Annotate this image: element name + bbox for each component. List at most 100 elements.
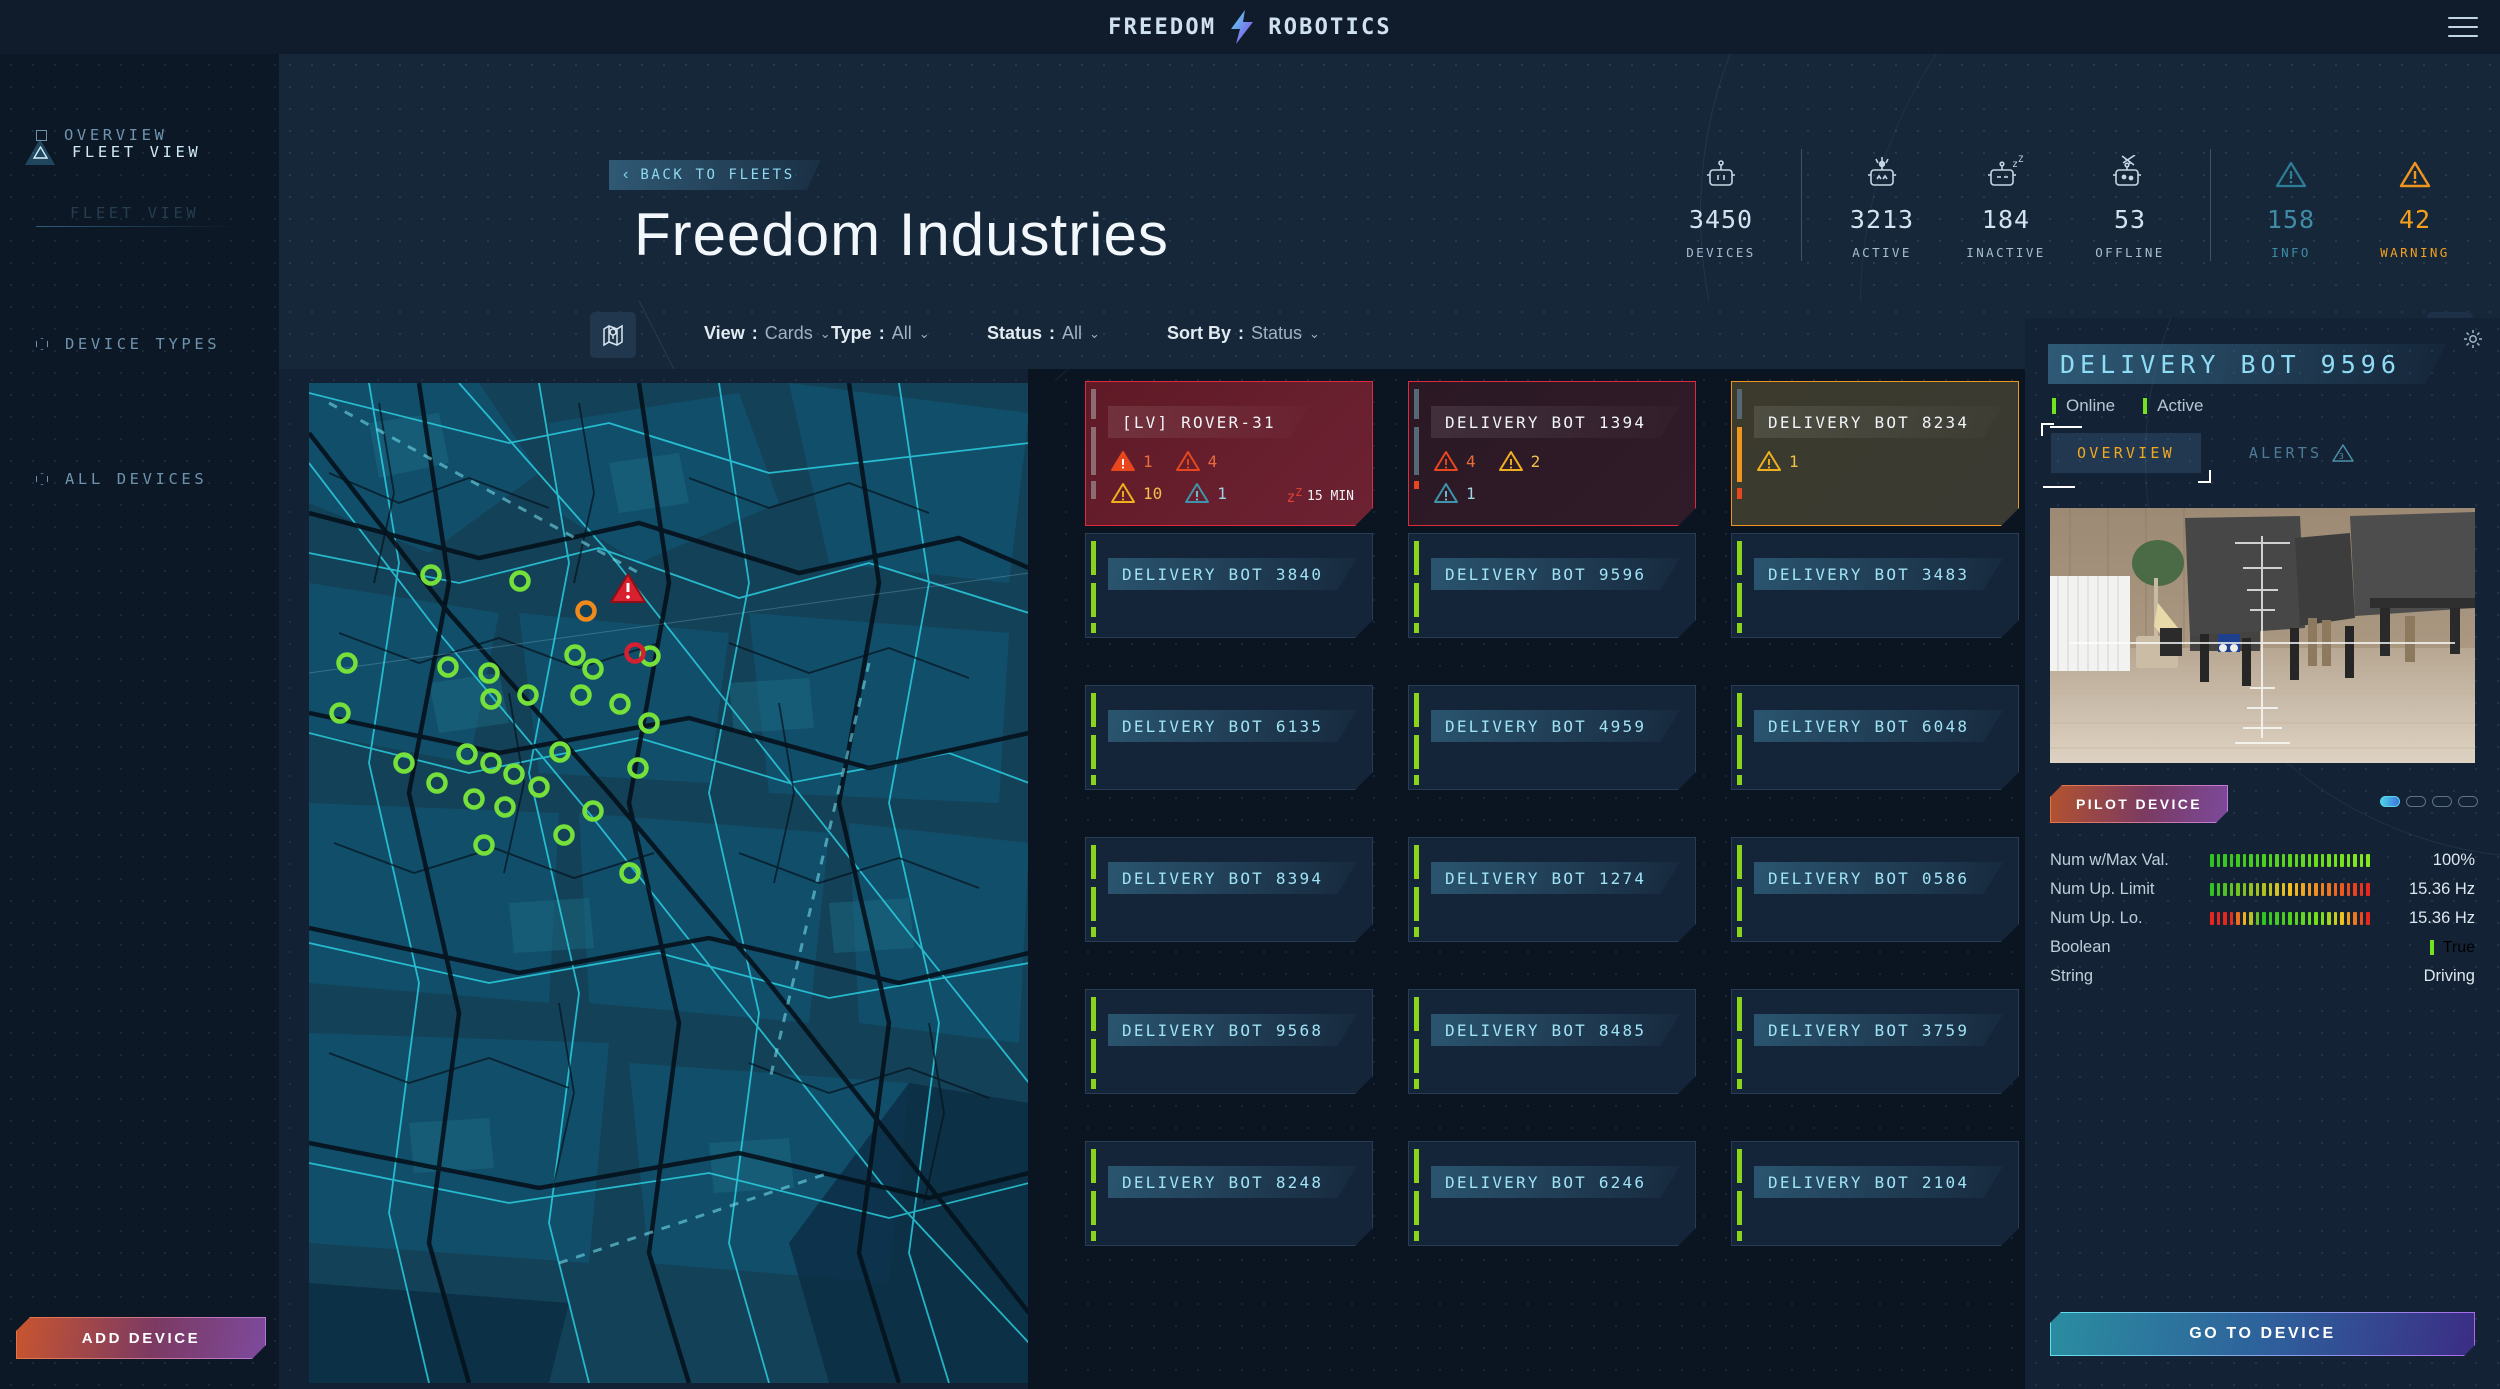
status-segment [1737, 623, 1742, 633]
map-device-marker[interactable] [478, 662, 500, 684]
status-segment [1091, 887, 1096, 921]
device-card[interactable]: DELIVERY BOT 8248 [1085, 1141, 1373, 1246]
add-device-button[interactable]: ADD DEVICE [16, 1317, 266, 1359]
map-device-marker[interactable] [494, 796, 516, 818]
filter-type[interactable]: Type: All ⌄ [831, 323, 930, 344]
camera-pagination[interactable] [2380, 796, 2478, 807]
device-card[interactable]: DELIVERY BOT 1394 4 2 1 [1408, 381, 1696, 526]
device-card[interactable]: DELIVERY BOT 9568 [1085, 989, 1373, 1094]
device-card[interactable]: DELIVERY BOT 8234 1 [1731, 381, 2019, 526]
device-card[interactable]: DELIVERY BOT 9596 [1408, 533, 1696, 638]
map-device-marker[interactable] [426, 772, 448, 794]
map-device-marker[interactable] [480, 688, 502, 710]
map-device-marker[interactable] [575, 600, 597, 622]
page-title: Freedom Industries [634, 201, 1169, 268]
map-device-marker[interactable] [463, 788, 485, 810]
device-card[interactable]: DELIVERY BOT 6246 [1408, 1141, 1696, 1246]
sidebar-item-fleet-view[interactable]: FLEET VIEW [25, 139, 201, 165]
hamburger-menu-icon[interactable] [2448, 17, 2478, 37]
map-device-marker[interactable] [503, 763, 525, 785]
map-device-marker[interactable] [638, 712, 660, 734]
device-card[interactable]: DELIVERY BOT 3483 [1731, 533, 2019, 638]
back-to-fleets-button[interactable]: ‹ BACK TO FLEETS [609, 160, 821, 190]
sidebar-item-device-types[interactable]: DEVICE TYPES [36, 335, 220, 353]
pagination-dot[interactable] [2458, 796, 2478, 807]
telemetry-bar [2210, 912, 2370, 925]
telemetry-bar-segment [2210, 912, 2214, 925]
map-device-marker[interactable] [619, 862, 641, 884]
device-card[interactable]: DELIVERY BOT 3759 [1731, 989, 2019, 1094]
alert-count: 2 [1530, 451, 1541, 471]
telemetry-bar-segment [2281, 912, 2286, 925]
filter-status[interactable]: Status: All ⌄ [987, 323, 1100, 344]
map-device-marker[interactable] [517, 684, 539, 706]
status-segment [1091, 693, 1096, 727]
pagination-dot[interactable] [2406, 796, 2426, 807]
map-device-marker[interactable] [570, 684, 592, 706]
pagination-dot[interactable] [2432, 796, 2452, 807]
telemetry-bar-segment [2333, 883, 2338, 896]
map-device-marker[interactable] [437, 656, 459, 678]
map-device-marker[interactable] [456, 743, 478, 765]
map-toggle-button[interactable] [590, 312, 636, 358]
map-device-marker[interactable] [393, 752, 415, 774]
map-device-marker[interactable] [582, 800, 604, 822]
map-device-marker[interactable] [627, 757, 649, 779]
alert-count: 4 [1466, 451, 1476, 471]
sleep-zz-icon: zZ [1286, 486, 1303, 506]
card-status-bar [1091, 1149, 1096, 1238]
map-device-marker[interactable] [473, 834, 495, 856]
telemetry-bar-segment [2210, 883, 2214, 896]
map-device-marker[interactable] [553, 824, 575, 846]
status-segment [1414, 623, 1419, 633]
map-device-marker[interactable] [549, 741, 571, 763]
map-device-marker[interactable] [609, 693, 631, 715]
map-device-marker[interactable] [528, 776, 550, 798]
gear-icon[interactable] [2462, 328, 2484, 355]
sidebar-item-all-devices[interactable]: ALL DEVICES [36, 470, 207, 488]
map-device-marker[interactable] [336, 652, 358, 674]
card-name-banner: DELIVERY BOT 6048 [1754, 710, 2003, 742]
device-card[interactable]: DELIVERY BOT 2104 [1731, 1141, 2019, 1246]
corner-bracket [2197, 470, 2211, 483]
device-card[interactable]: DELIVERY BOT 1274 [1408, 837, 1696, 942]
map-device-marker[interactable] [582, 658, 604, 680]
telemetry-label: Num w/Max Val. [2050, 851, 2169, 869]
device-card[interactable]: DELIVERY BOT 3840 [1085, 533, 1373, 638]
stat-caption: ERROR [2477, 245, 2500, 260]
telemetry-bar-segment [2255, 854, 2260, 867]
tab-overview[interactable]: OVERVIEW [2041, 423, 2211, 483]
device-card[interactable]: DELIVERY BOT 0586 [1731, 837, 2019, 942]
fleet-map[interactable] [309, 383, 1028, 1383]
device-card[interactable]: DELIVERY BOT 4959 [1408, 685, 1696, 790]
telemetry-bar-segment [2340, 912, 2344, 925]
tab-alerts[interactable]: ALERTS 3 [2223, 433, 2381, 473]
map-device-marker[interactable] [509, 570, 531, 592]
device-card[interactable]: DELIVERY BOT 8485 [1408, 989, 1696, 1094]
telemetry-bar-segment [2333, 854, 2338, 867]
map-device-marker[interactable] [564, 644, 586, 666]
filter-sort-by[interactable]: Sort By: Status ⌄ [1167, 323, 1320, 344]
sleep-duration: 15 MIN [1307, 488, 1354, 504]
status-segment [1091, 583, 1096, 617]
map-device-marker[interactable] [420, 564, 442, 586]
device-card[interactable]: DELIVERY BOT 8394 [1085, 837, 1373, 942]
go-to-device-button[interactable]: GO TO DEVICE [2050, 1312, 2475, 1356]
pilot-device-button[interactable]: PILOT DEVICE [2050, 785, 2228, 823]
telemetry-bar-segment [2275, 883, 2279, 896]
device-card[interactable]: DELIVERY BOT 6135 [1085, 685, 1373, 790]
device-card[interactable]: [LV] ROVER-31 1 4 10 1 zZ 15 MIN [1085, 381, 1373, 526]
status-segment [1737, 1079, 1742, 1089]
map-device-marker[interactable] [480, 752, 502, 774]
filter-view[interactable]: View: Cards ⌄ [704, 323, 831, 344]
card-status-bar [1737, 997, 1742, 1086]
card-sleep-timer: zZ 15 MIN [1286, 486, 1354, 506]
device-card[interactable]: DELIVERY BOT 6048 [1731, 685, 2019, 790]
map-device-marker[interactable] [329, 702, 351, 724]
telemetry-bar-segment [2236, 912, 2240, 925]
map-alert-triangle-icon[interactable] [610, 573, 646, 603]
device-camera-feed[interactable] [2050, 508, 2475, 763]
card-name-banner: DELIVERY BOT 6135 [1108, 710, 1357, 742]
pagination-dot[interactable] [2380, 796, 2400, 807]
status-segment [1091, 775, 1096, 785]
